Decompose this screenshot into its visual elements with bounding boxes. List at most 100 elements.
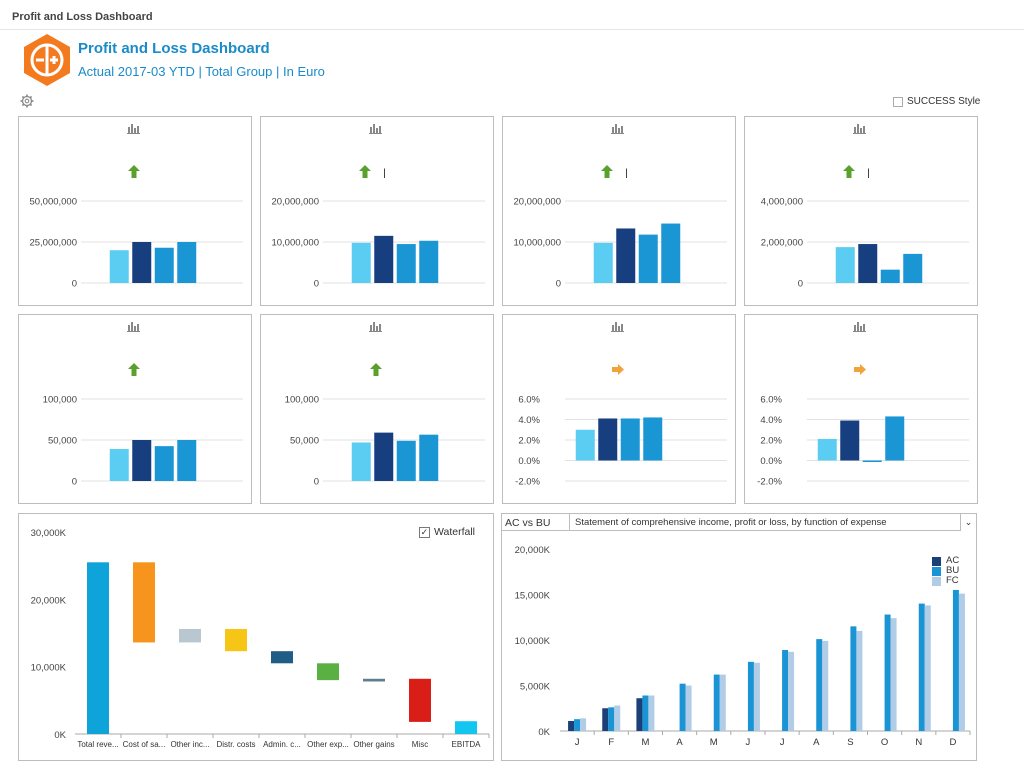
y-tick-label: 0: [72, 279, 77, 290]
x-tick-label: A: [676, 737, 683, 748]
x-tick-label: Other gains: [353, 740, 394, 749]
bar-chart-icon: [127, 124, 140, 134]
y-tick-label: 100,000: [43, 395, 77, 406]
kpi-header: [261, 320, 493, 334]
bar-bu: [713, 674, 720, 731]
y-tick-label: 30,000K: [31, 528, 67, 539]
y-tick-label: 6.0%: [760, 395, 782, 406]
x-tick-label: Other exp...: [307, 740, 349, 749]
bar: [109, 449, 129, 481]
kpi-mini-chart: 100,000 50,000 0: [43, 395, 243, 488]
waterfall-bar: [133, 562, 155, 643]
bar-bu: [679, 683, 686, 731]
bar-chart-icon: [369, 124, 382, 134]
bar-chart-icon: [611, 322, 624, 332]
y-tick-label: 0: [314, 477, 319, 488]
arrow-up-icon: [601, 165, 614, 178]
y-tick-label: -2.0%: [515, 477, 540, 488]
y-tick-label: -2.0%: [757, 477, 782, 488]
bar: [109, 250, 129, 283]
bar: [598, 418, 618, 461]
x-tick-label: A: [813, 737, 820, 748]
y-tick-label: 0: [314, 279, 319, 290]
y-tick-label: 0: [556, 279, 561, 290]
waterfall-bar: [317, 663, 339, 681]
chart-legend: AC BU FC: [932, 556, 959, 586]
bar-ac: [602, 708, 609, 731]
bar-chart-icon: [853, 124, 866, 134]
bar-chart-icon: [127, 322, 140, 332]
bar-bu: [747, 661, 754, 731]
y-tick-label: 2.0%: [760, 436, 782, 447]
waterfall-bar: [271, 651, 293, 664]
bar: [880, 269, 900, 283]
kpi-card: 100,000 50,000 0: [18, 314, 252, 504]
bar: [862, 460, 882, 463]
bar-chart-icon: [853, 322, 866, 332]
kpi-card: | 20,000,000 10,000,000 0: [260, 116, 494, 306]
bar-fc: [719, 674, 726, 731]
legend-swatch: [932, 576, 941, 586]
arrow-up-icon: [369, 363, 382, 376]
monthly-comparison-chart: 20,000K 15,000K 10,000K 5,000K 0K J F M A M J J A S O N…: [515, 545, 971, 748]
kpi-card: 100,000 50,000 0: [260, 314, 494, 504]
kpi-separator: |: [374, 167, 395, 179]
bar: [374, 432, 394, 481]
y-tick-label: 50,000: [48, 436, 77, 447]
bar: [638, 234, 658, 283]
success-style-toggle[interactable]: SUCCESS Style: [893, 96, 980, 107]
arrow-up-icon: [127, 165, 140, 178]
bar-fc: [958, 593, 965, 731]
kpi-mini-chart: 6.0% 4.0% 2.0% 0.0% -2.0%: [515, 395, 727, 488]
y-tick-label: 5,000K: [520, 682, 551, 693]
bar: [374, 235, 394, 283]
bar-bu: [642, 695, 649, 731]
bar: [620, 418, 640, 461]
kpi-card: 6.0% 4.0% 2.0% 0.0% -2.0%: [744, 314, 978, 504]
bar-fc: [614, 705, 621, 731]
kpi-mini-chart: 20,000,000 10,000,000 0: [271, 197, 485, 290]
y-tick-label: 10,000,000: [513, 238, 561, 249]
kpi-comparison: [261, 363, 493, 377]
kpi-header: [745, 122, 977, 136]
x-tick-label: Distr. costs: [216, 740, 255, 749]
bar: [154, 446, 174, 481]
waterfall-bar: [455, 721, 477, 734]
bar: [419, 240, 439, 283]
x-tick-label: J: [746, 737, 751, 748]
gear-icon[interactable]: [20, 94, 34, 108]
waterfall-bar: [179, 628, 201, 643]
waterfall-chart: 30,000K 20,000K 10,000K 0K Total reve... Cost…: [31, 528, 490, 749]
bar-fc: [890, 618, 897, 731]
bar-bu: [850, 626, 857, 731]
bar: [643, 417, 663, 461]
x-tick-label: Admin. c...: [263, 740, 301, 749]
y-tick-label: 10,000,000: [271, 238, 319, 249]
success-style-label: SUCCESS Style: [907, 96, 981, 107]
kpi-header: [745, 320, 977, 334]
bar: [575, 429, 595, 461]
kpi-card: | 20,000,000 10,000,000 0: [502, 116, 736, 306]
waterfall-bar: [225, 628, 247, 652]
bar: [593, 242, 613, 283]
y-tick-label: 2,000,000: [761, 238, 803, 249]
bar-bu: [816, 639, 823, 731]
x-tick-label: D: [949, 737, 956, 748]
kpi-separator: |: [858, 167, 879, 179]
x-tick-label: Misc: [412, 740, 428, 749]
y-tick-label: 15,000K: [515, 591, 551, 602]
kpi-header: [503, 122, 735, 136]
bar: [817, 438, 837, 461]
x-tick-label: Other inc...: [170, 740, 209, 749]
waterfall-chart-panel: ✓ Waterfall 30,000K 20,000K 10,000K 0K Total…: [18, 513, 494, 761]
bar: [840, 420, 860, 461]
bar: [661, 223, 681, 283]
success-style-checkbox[interactable]: [893, 96, 903, 107]
bar-bu: [782, 650, 789, 731]
x-tick-label: N: [915, 737, 922, 748]
bar-ac: [636, 698, 643, 731]
bar: [835, 247, 855, 283]
y-tick-label: 0.0%: [518, 456, 540, 467]
kpi-comparison: [745, 363, 977, 377]
bar-fc: [788, 651, 795, 731]
